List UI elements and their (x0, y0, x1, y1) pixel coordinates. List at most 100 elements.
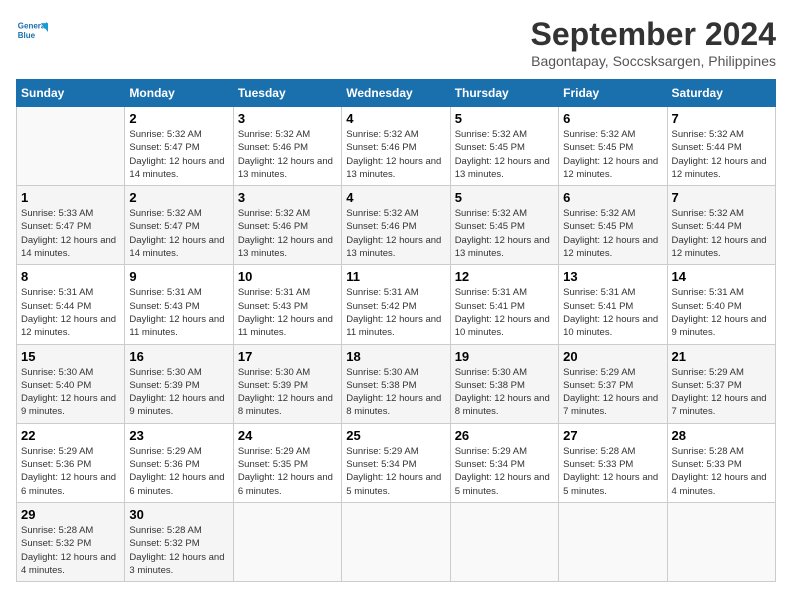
day-info: Sunrise: 5:31 AMSunset: 5:44 PMDaylight:… (21, 287, 116, 338)
calendar-cell (342, 502, 450, 581)
calendar-cell: 4Sunrise: 5:32 AMSunset: 5:46 PMDaylight… (342, 107, 450, 186)
day-number: 7 (672, 111, 771, 126)
calendar-cell: 22 Sunrise: 5:29 AMSunset: 5:36 PMDayligh… (17, 423, 125, 502)
col-saturday: Saturday (667, 80, 775, 107)
day-info: Sunrise: 5:31 AMSunset: 5:42 PMDaylight:… (346, 287, 441, 338)
calendar-cell: 18 Sunrise: 5:30 AMSunset: 5:38 PMDayligh… (342, 344, 450, 423)
day-info: Sunrise: 5:30 AMSunset: 5:40 PMDaylight:… (21, 367, 116, 418)
day-number: 25 (346, 428, 445, 443)
calendar-cell: 28Sunrise: 5:28 AMSunset: 5:33 PMDayligh… (667, 423, 775, 502)
calendar-cell (233, 502, 341, 581)
day-number: 7 (672, 190, 771, 205)
calendar-cell: 2Sunrise: 5:32 AMSunset: 5:47 PMDaylight… (125, 186, 233, 265)
day-info: Sunrise: 5:31 AMSunset: 5:41 PMDaylight:… (455, 287, 550, 338)
calendar-header-row: Sunday Monday Tuesday Wednesday Thursday… (17, 80, 776, 107)
col-sunday: Sunday (17, 80, 125, 107)
day-info: Sunrise: 5:29 AMSunset: 5:36 PMDaylight:… (21, 446, 116, 497)
day-number: 11 (346, 269, 445, 284)
calendar-cell: 6Sunrise: 5:32 AMSunset: 5:45 PMDaylight… (559, 186, 667, 265)
day-number: 18 (346, 349, 445, 364)
day-info: Sunrise: 5:32 AMSunset: 5:46 PMDaylight:… (238, 208, 333, 259)
day-number: 26 (455, 428, 554, 443)
day-info: Sunrise: 5:32 AMSunset: 5:44 PMDaylight:… (672, 208, 767, 259)
day-info: Sunrise: 5:30 AMSunset: 5:38 PMDaylight:… (346, 367, 441, 418)
day-number: 29 (21, 507, 120, 522)
day-number: 15 (21, 349, 120, 364)
calendar-week-row: 2Sunrise: 5:32 AMSunset: 5:47 PMDaylight… (17, 107, 776, 186)
calendar-cell: 14Sunrise: 5:31 AMSunset: 5:40 PMDayligh… (667, 265, 775, 344)
subtitle: Bagontapay, Soccsksargen, Philippines (531, 53, 776, 69)
day-info: Sunrise: 5:29 AMSunset: 5:37 PMDaylight:… (672, 367, 767, 418)
calendar-cell: 5Sunrise: 5:32 AMSunset: 5:45 PMDaylight… (450, 186, 558, 265)
day-info: Sunrise: 5:32 AMSunset: 5:45 PMDaylight:… (455, 129, 550, 180)
calendar-cell (559, 502, 667, 581)
calendar-cell: 2Sunrise: 5:32 AMSunset: 5:47 PMDaylight… (125, 107, 233, 186)
calendar-cell: 9Sunrise: 5:31 AMSunset: 5:43 PMDaylight… (125, 265, 233, 344)
calendar-table: Sunday Monday Tuesday Wednesday Thursday… (16, 79, 776, 582)
calendar-cell: 13 Sunrise: 5:31 AMSunset: 5:41 PMDayligh… (559, 265, 667, 344)
day-number: 20 (563, 349, 662, 364)
calendar-cell: 3 Sunrise: 5:32 AMSunset: 5:46 PMDaylight… (233, 107, 341, 186)
calendar-cell: 19Sunrise: 5:30 AMSunset: 5:38 PMDayligh… (450, 344, 558, 423)
day-number: 10 (238, 269, 337, 284)
calendar-cell: 17 Sunrise: 5:30 AMSunset: 5:39 PMDayligh… (233, 344, 341, 423)
calendar-cell (667, 502, 775, 581)
day-number: 8 (21, 269, 120, 284)
calendar-cell: 20Sunrise: 5:29 AMSunset: 5:37 PMDayligh… (559, 344, 667, 423)
month-title: September 2024 (531, 16, 776, 53)
day-number: 14 (672, 269, 771, 284)
day-number: 13 (563, 269, 662, 284)
calendar-cell: 7 Sunrise: 5:32 AMSunset: 5:44 PMDaylight… (667, 186, 775, 265)
day-number: 23 (129, 428, 228, 443)
day-number: 5 (455, 111, 554, 126)
day-info: Sunrise: 5:28 AMSunset: 5:32 PMDaylight:… (21, 525, 116, 576)
day-number: 21 (672, 349, 771, 364)
day-number: 30 (129, 507, 228, 522)
day-info: Sunrise: 5:29 AMSunset: 5:34 PMDaylight:… (455, 446, 550, 497)
calendar-week-row: 29 Sunrise: 5:28 AMSunset: 5:32 PMDayligh… (17, 502, 776, 581)
calendar-cell: 1 Sunrise: 5:33 AMSunset: 5:47 PMDaylight… (17, 186, 125, 265)
day-info: Sunrise: 5:33 AMSunset: 5:47 PMDaylight:… (21, 208, 116, 259)
logo: General Blue (16, 16, 48, 48)
calendar-cell: 29 Sunrise: 5:28 AMSunset: 5:32 PMDayligh… (17, 502, 125, 581)
calendar-week-row: 15 Sunrise: 5:30 AMSunset: 5:40 PMDayligh… (17, 344, 776, 423)
calendar-cell: 24 Sunrise: 5:29 AMSunset: 5:35 PMDayligh… (233, 423, 341, 502)
day-number: 4 (346, 190, 445, 205)
calendar-week-row: 22 Sunrise: 5:29 AMSunset: 5:36 PMDayligh… (17, 423, 776, 502)
calendar-cell: 10Sunrise: 5:31 AMSunset: 5:43 PMDayligh… (233, 265, 341, 344)
day-info: Sunrise: 5:28 AMSunset: 5:33 PMDaylight:… (563, 446, 658, 497)
day-info: Sunrise: 5:30 AMSunset: 5:39 PMDaylight:… (129, 367, 224, 418)
calendar-cell: 25 Sunrise: 5:29 AMSunset: 5:34 PMDayligh… (342, 423, 450, 502)
calendar-cell: 23 Sunrise: 5:29 AMSunset: 5:36 PMDayligh… (125, 423, 233, 502)
day-number: 1 (21, 190, 120, 205)
day-number: 24 (238, 428, 337, 443)
day-info: Sunrise: 5:29 AMSunset: 5:34 PMDaylight:… (346, 446, 441, 497)
day-number: 9 (129, 269, 228, 284)
day-info: Sunrise: 5:30 AMSunset: 5:39 PMDaylight:… (238, 367, 333, 418)
day-info: Sunrise: 5:32 AMSunset: 5:47 PMDaylight:… (129, 208, 224, 259)
col-wednesday: Wednesday (342, 80, 450, 107)
day-info: Sunrise: 5:32 AMSunset: 5:46 PMDaylight:… (238, 129, 333, 180)
calendar-cell (17, 107, 125, 186)
calendar-cell: 30 Sunrise: 5:28 AMSunset: 5:32 PMDayligh… (125, 502, 233, 581)
calendar-week-row: 8 Sunrise: 5:31 AMSunset: 5:44 PMDaylight… (17, 265, 776, 344)
day-number: 17 (238, 349, 337, 364)
day-number: 3 (238, 111, 337, 126)
calendar-body: 2Sunrise: 5:32 AMSunset: 5:47 PMDaylight… (17, 107, 776, 582)
day-info: Sunrise: 5:29 AMSunset: 5:35 PMDaylight:… (238, 446, 333, 497)
day-info: Sunrise: 5:29 AMSunset: 5:36 PMDaylight:… (129, 446, 224, 497)
day-number: 6 (563, 111, 662, 126)
calendar-cell: 6Sunrise: 5:32 AMSunset: 5:45 PMDaylight… (559, 107, 667, 186)
day-number: 22 (21, 428, 120, 443)
calendar-cell: 21 Sunrise: 5:29 AMSunset: 5:37 PMDayligh… (667, 344, 775, 423)
calendar-cell: 8 Sunrise: 5:31 AMSunset: 5:44 PMDaylight… (17, 265, 125, 344)
day-number: 6 (563, 190, 662, 205)
day-number: 4 (346, 111, 445, 126)
day-info: Sunrise: 5:31 AMSunset: 5:41 PMDaylight:… (563, 287, 658, 338)
col-friday: Friday (559, 80, 667, 107)
svg-text:Blue: Blue (18, 31, 36, 40)
calendar-cell (450, 502, 558, 581)
day-info: Sunrise: 5:28 AMSunset: 5:32 PMDaylight:… (129, 525, 224, 576)
calendar-cell: 11 Sunrise: 5:31 AMSunset: 5:42 PMDayligh… (342, 265, 450, 344)
calendar-cell: 12Sunrise: 5:31 AMSunset: 5:41 PMDayligh… (450, 265, 558, 344)
